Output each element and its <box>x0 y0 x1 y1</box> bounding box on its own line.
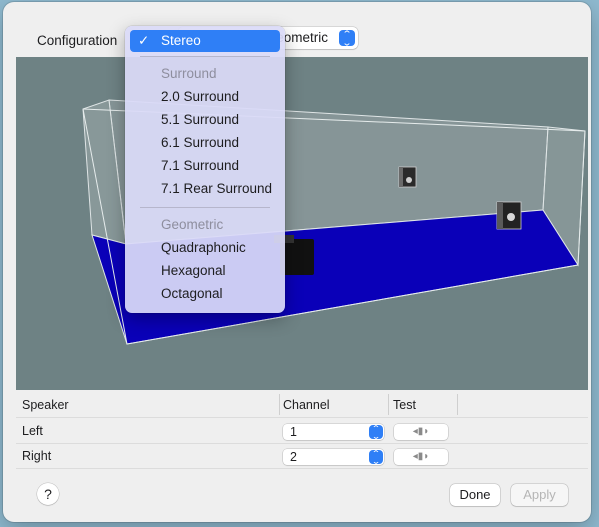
menu-item-quadraphonic[interactable]: Quadraphonic <box>130 237 280 259</box>
column-header-channel: Channel <box>283 398 330 412</box>
apply-button[interactable]: Apply <box>511 484 568 506</box>
channel-select[interactable]: 2 ⌃ ⌃ <box>283 449 384 465</box>
menu-separator <box>140 207 270 208</box>
column-header-test: Test <box>393 398 416 412</box>
speaker-name: Right <box>22 449 52 463</box>
column-divider <box>457 394 458 415</box>
column-divider <box>388 394 389 415</box>
menu-item-6-1-surround[interactable]: 6.1 Surround <box>130 132 280 154</box>
up-down-chevron-icon: ⌃ ⌃ <box>369 425 383 440</box>
menu-header-surround: Surround <box>161 66 217 81</box>
menu-item-octagonal[interactable]: Octagonal <box>130 283 280 305</box>
menu-item-hexagonal[interactable]: Hexagonal <box>130 260 280 282</box>
configuration-menu: ✓ Stereo Surround 2.0 Surround 5.1 Surro… <box>125 26 285 313</box>
up-down-chevron-icon: ⌃ ⌃ <box>369 450 383 465</box>
done-button[interactable]: Done <box>450 484 500 506</box>
menu-item-2-0-surround[interactable]: 2.0 Surround <box>130 86 280 108</box>
menu-item-7-1-rear-surround[interactable]: 7.1 Rear Surround <box>130 178 280 200</box>
menu-item-stereo[interactable]: ✓ Stereo <box>130 30 280 52</box>
checkmark-icon: ✓ <box>138 33 150 48</box>
menu-header-geometric: Geometric <box>161 217 224 232</box>
speaker-3d-view[interactable] <box>16 57 588 390</box>
up-down-chevron-icon: ⌃ ⌃ <box>339 30 355 47</box>
configuration-label: Configuration <box>37 33 118 48</box>
menu-separator <box>140 56 270 57</box>
speaker-wave-icon: ◂▮◗ <box>412 451 430 462</box>
table-row: Left 1 ⌃ ⌃ ◂▮◗ <box>16 420 588 443</box>
left-speaker-graphic <box>398 166 417 188</box>
speaker-wave-icon: ◂▮◗ <box>412 426 430 437</box>
column-header-speaker: Speaker <box>22 398 69 412</box>
test-speaker-button[interactable]: ◂▮◗ <box>394 424 448 440</box>
table-row-divider <box>16 468 588 469</box>
table-header-divider <box>16 417 588 418</box>
right-speaker-graphic <box>496 201 522 230</box>
table-row: Right 2 ⌃ ⌃ ◂▮◗ <box>16 445 588 468</box>
help-button[interactable]: ? <box>37 483 59 505</box>
room-3d-graphic <box>82 99 586 345</box>
table-row-divider <box>16 443 588 444</box>
test-speaker-button[interactable]: ◂▮◗ <box>394 449 448 465</box>
channel-select[interactable]: 1 ⌃ ⌃ <box>283 424 384 440</box>
menu-item-7-1-surround[interactable]: 7.1 Surround <box>130 155 280 177</box>
column-divider <box>279 394 280 415</box>
audio-configuration-window: Configuration eometric ⌃ ⌃ ✓ Stereo Surr… <box>3 2 591 522</box>
speaker-name: Left <box>22 424 43 438</box>
menu-item-5-1-surround[interactable]: 5.1 Surround <box>130 109 280 131</box>
